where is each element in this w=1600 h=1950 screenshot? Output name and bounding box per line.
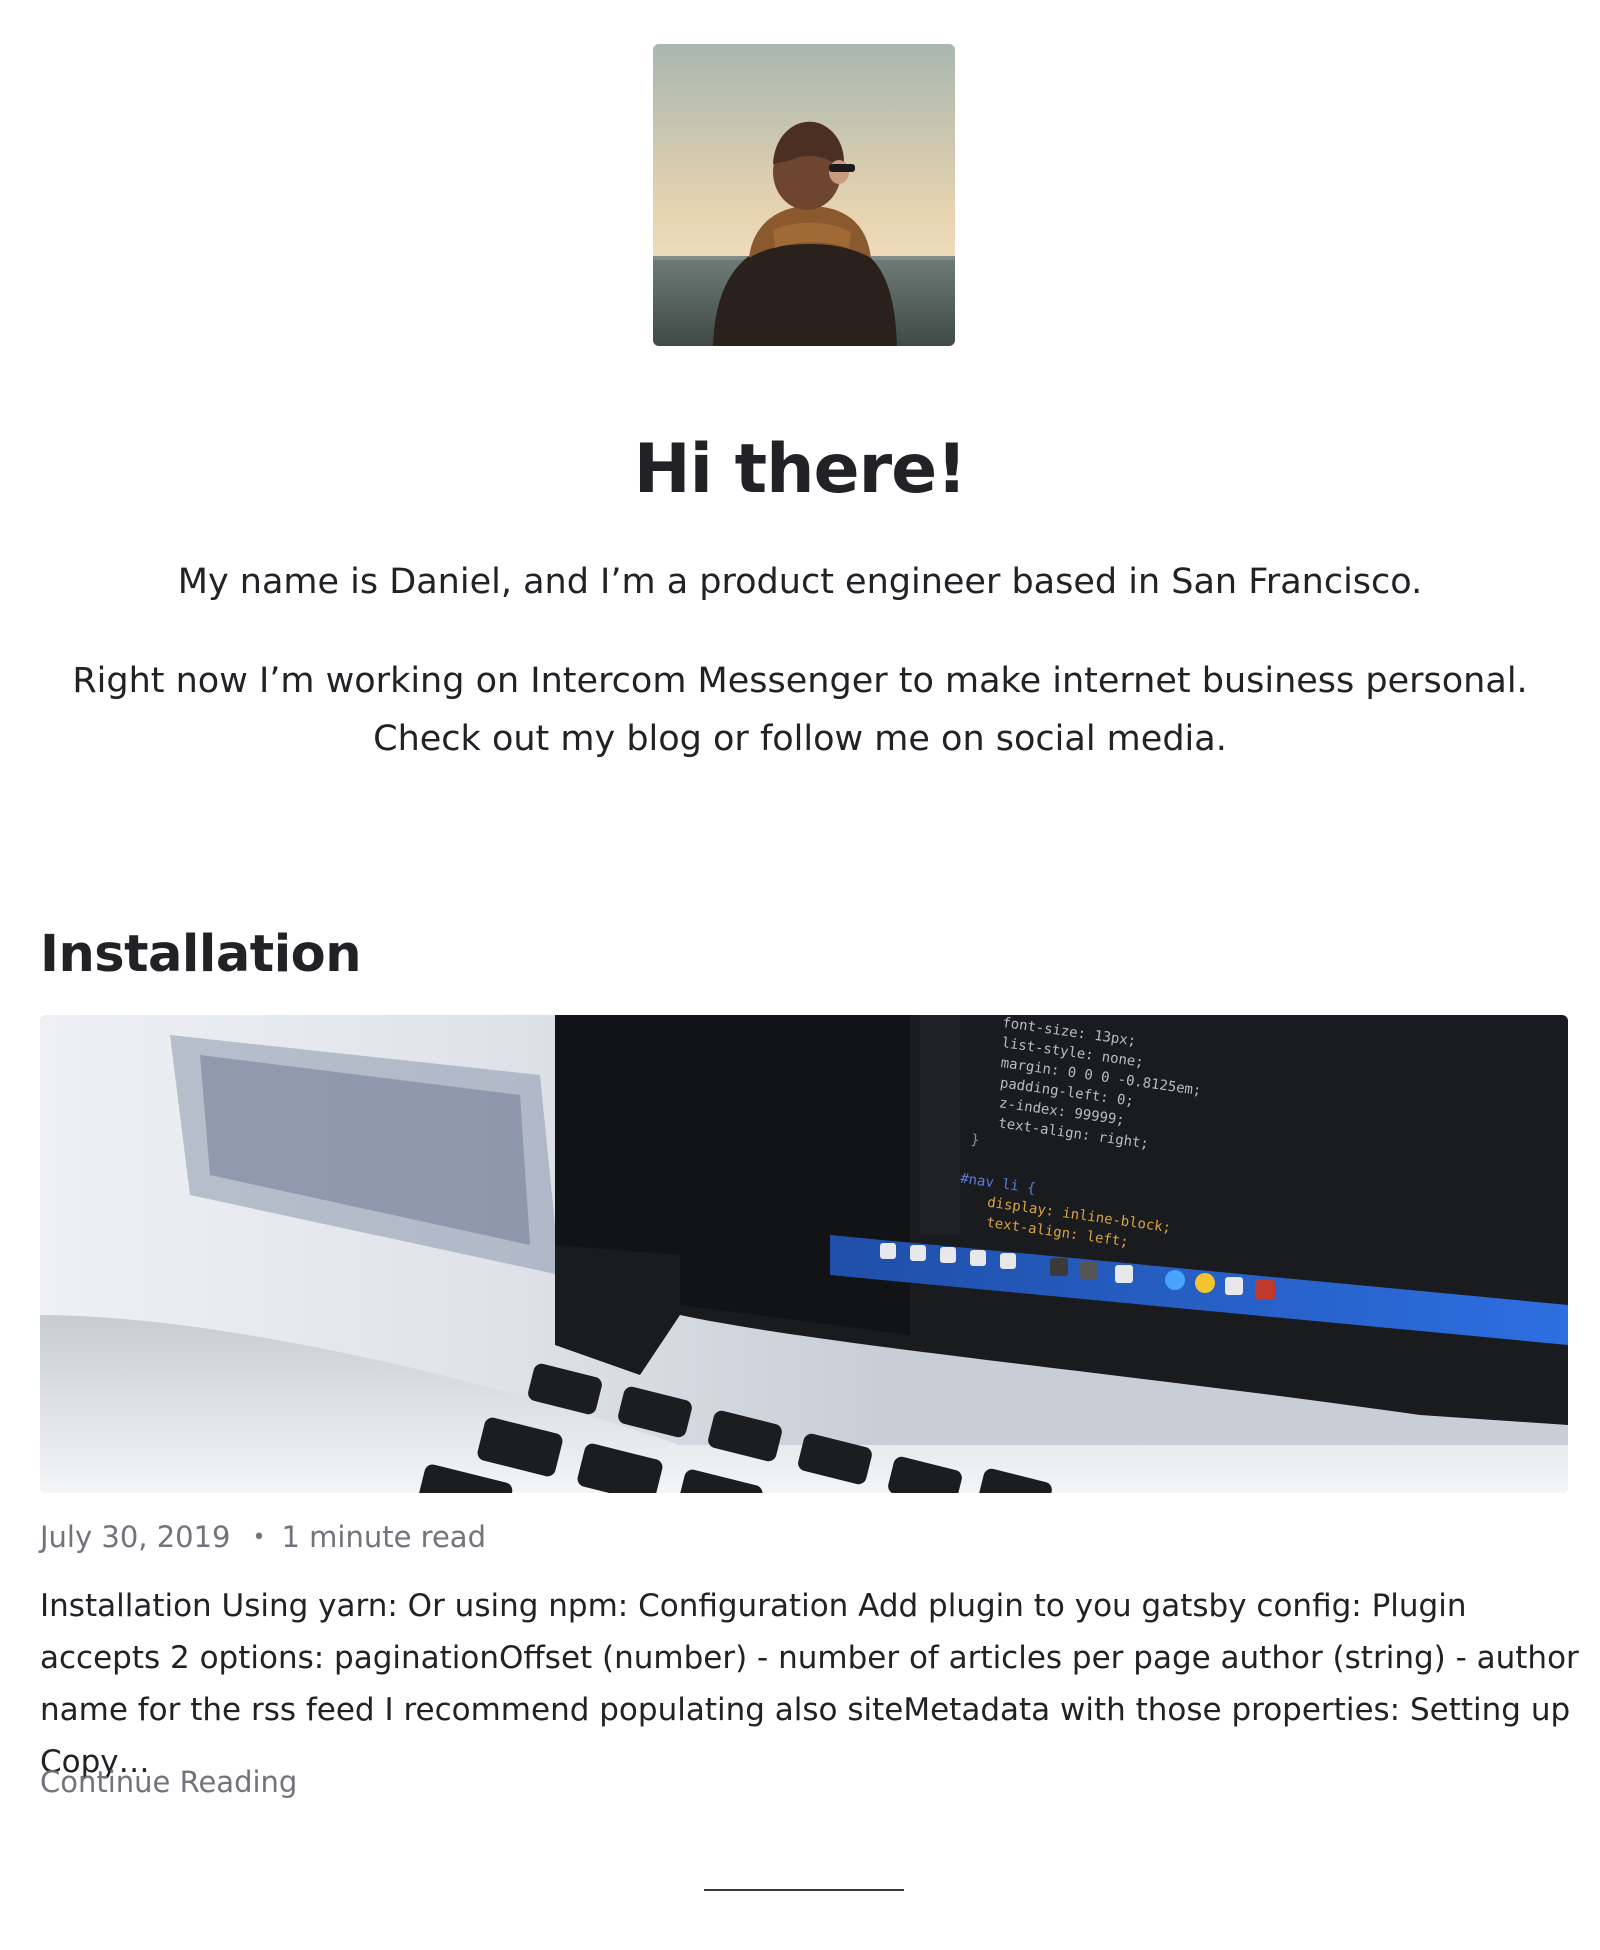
article-date: July 30, 2019 — [40, 1520, 231, 1554]
meta-separator: • — [252, 1525, 266, 1550]
intro-bio: My name is Daniel, and I’m a product eng… — [177, 562, 1423, 602]
laptop-code-image: font-size: 13px; list-style: none; margi… — [40, 1015, 1568, 1493]
article-read-time: 1 minute read — [281, 1520, 486, 1554]
continue-reading-link[interactable]: Continue Reading — [40, 1760, 297, 1804]
article-hero-image[interactable]: font-size: 13px; list-style: none; margi… — [40, 1015, 1568, 1493]
article-title[interactable]: Installation — [40, 920, 362, 990]
intro-title: Hi there! — [633, 430, 968, 509]
author-avatar[interactable] — [653, 44, 955, 346]
article-excerpt: Installation Using yarn: Or using npm: C… — [40, 1588, 1579, 1780]
article-meta: July 30, 2019 • 1 minute read — [40, 1515, 486, 1563]
avatar-image — [653, 44, 955, 346]
intro-description: Right now I’m working on Intercom Messen… — [72, 661, 1528, 759]
page: Hi there! My name is Daniel, and I’m a p… — [0, 0, 1600, 1950]
section-divider — [704, 1889, 904, 1891]
